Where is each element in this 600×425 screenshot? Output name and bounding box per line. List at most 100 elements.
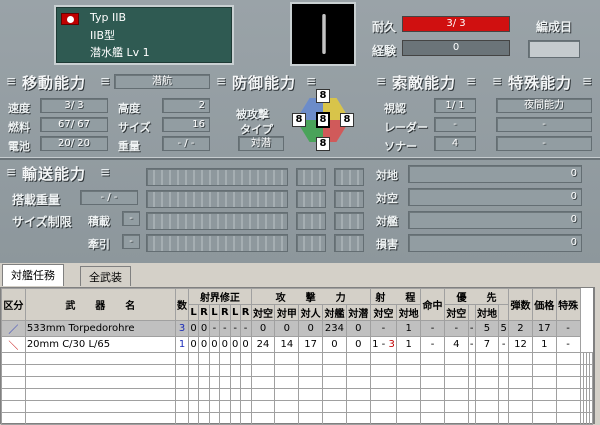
- col-range[interactable]: 射 程: [369, 288, 422, 305]
- empty-cell: [345, 412, 371, 425]
- table-row[interactable]: [1, 412, 594, 425]
- empty-cell: [443, 364, 469, 377]
- empty-cell: [1, 412, 26, 425]
- col-ammo[interactable]: 弾数: [508, 288, 533, 321]
- empty-cell: [467, 376, 476, 389]
- empty-cell: [239, 364, 252, 377]
- empty-cell: [274, 412, 300, 425]
- cargo-slot: [334, 212, 364, 230]
- tab-anti-ship-mission[interactable]: 対艦任務: [2, 264, 64, 286]
- cargo-slot: [296, 190, 326, 208]
- range-air-cell: -: [369, 320, 398, 337]
- empty-cell: [174, 388, 190, 401]
- table-row[interactable]: ＼ 20mm C/30 L/65 1 0 0 0 0 0 0 24 14 17 0 0 1 - 31-4-7…: [1, 336, 593, 353]
- armor-bottom: 8: [316, 137, 330, 151]
- ammo-cell: 2: [508, 320, 533, 337]
- empty-cell: [396, 400, 422, 413]
- tab-all-weapons[interactable]: 全武装: [80, 266, 131, 286]
- empty-cell: [531, 388, 557, 401]
- empty-cell: [298, 376, 324, 389]
- attack-type-value: 対潜: [238, 136, 284, 151]
- range-fix-sub: R: [239, 304, 252, 321]
- empty-cell: [396, 376, 422, 389]
- empty-cell: [218, 400, 231, 413]
- radar-value: -: [434, 117, 476, 132]
- altitude-value: 2: [162, 98, 210, 113]
- table-row[interactable]: [1, 364, 594, 377]
- empty-cell: [508, 352, 533, 365]
- empty-cell: [498, 400, 510, 413]
- cargo-slot: [334, 234, 364, 252]
- empty-cell: [188, 352, 199, 365]
- table-row[interactable]: [1, 376, 594, 389]
- empty-cell: [188, 400, 199, 413]
- col-priority[interactable]: 優 先: [443, 288, 510, 305]
- empty-cell: [174, 352, 190, 365]
- speed-label: 速度: [8, 102, 30, 115]
- col-kind[interactable]: 区分: [1, 288, 26, 321]
- col-attack[interactable]: 攻 撃 力: [250, 288, 371, 305]
- empty-cell: [498, 364, 510, 377]
- radar-label: レーダー: [384, 121, 428, 134]
- attack-cell: 0: [274, 320, 300, 337]
- range-fix-sub: L: [229, 304, 241, 321]
- empty-cell: [345, 388, 371, 401]
- empty-cell: [498, 412, 510, 425]
- empty-cell: [1, 352, 26, 365]
- empty-cell: [508, 400, 533, 413]
- col-price[interactable]: 価格: [531, 288, 557, 321]
- col-count[interactable]: 数: [174, 288, 190, 321]
- empty-cell: [24, 388, 176, 401]
- empty-cell: [369, 400, 398, 413]
- range-fix-cell: 0: [188, 336, 199, 353]
- col-hit[interactable]: 命中: [420, 288, 445, 321]
- empty-cell: [531, 376, 557, 389]
- cargo-slot: [334, 190, 364, 208]
- empty-cell: [24, 376, 176, 389]
- transport-wing-left: ≡: [6, 165, 17, 179]
- attack-sub: 対艦: [322, 304, 347, 321]
- empty-cell: [420, 412, 445, 425]
- swastika-flag-icon: [61, 13, 79, 25]
- empty-cell: [218, 352, 231, 365]
- empty-cell: [498, 376, 510, 389]
- torpedo-icon: ／: [1, 320, 26, 337]
- empty-cell: [508, 364, 533, 377]
- col-range-fix[interactable]: 射界修正: [188, 288, 252, 305]
- col-weapon[interactable]: 武 器 名: [24, 288, 176, 321]
- range-air-cell: 1 - 3: [369, 336, 398, 353]
- submarine-icon: [322, 14, 326, 54]
- empty-cell: [274, 364, 300, 377]
- empty-cell: [345, 376, 371, 389]
- defense-wing-right: ≡: [306, 74, 317, 88]
- range-ground-cell: 1: [396, 320, 422, 337]
- attack-cell: 17: [298, 336, 324, 353]
- table-row[interactable]: ／ 533mm Torpedorohre 3 0 0- - - -0 0 0 234 0-1- - -5 5…: [1, 320, 593, 337]
- empty-cell: [322, 400, 347, 413]
- empty-cell: [420, 388, 445, 401]
- table-row[interactable]: [1, 400, 594, 413]
- speed-value: 3/ 3: [40, 98, 108, 113]
- price-cell: 17: [531, 320, 557, 337]
- empty-cell: [474, 376, 500, 389]
- unit-name: 潜水艦 Lv 1: [90, 46, 150, 59]
- empty-cell: [345, 364, 371, 377]
- table-row[interactable]: [1, 352, 594, 365]
- empty-cell: [250, 400, 276, 413]
- defense-header: 防御能力: [232, 74, 297, 92]
- special-item-1: 夜間能力: [496, 98, 592, 113]
- empty-cell: [322, 352, 347, 365]
- col-special[interactable]: 特殊: [555, 288, 581, 321]
- loaded-label: 積載: [88, 215, 110, 228]
- empty-cell: [174, 364, 190, 377]
- empty-cell: [443, 352, 469, 365]
- unit-card: Typ IIB IIB型 潜水艦 Lv 1: [54, 5, 234, 65]
- priority-sub: 対地: [474, 304, 500, 321]
- empty-cell: [24, 400, 176, 413]
- table-row[interactable]: [1, 388, 594, 401]
- cargo-slot: [146, 212, 288, 230]
- empty-cell: [531, 400, 557, 413]
- empty-cell: [474, 412, 500, 425]
- special-header: 特殊能力: [508, 74, 573, 92]
- vertical-scrollbar[interactable]: [594, 287, 600, 424]
